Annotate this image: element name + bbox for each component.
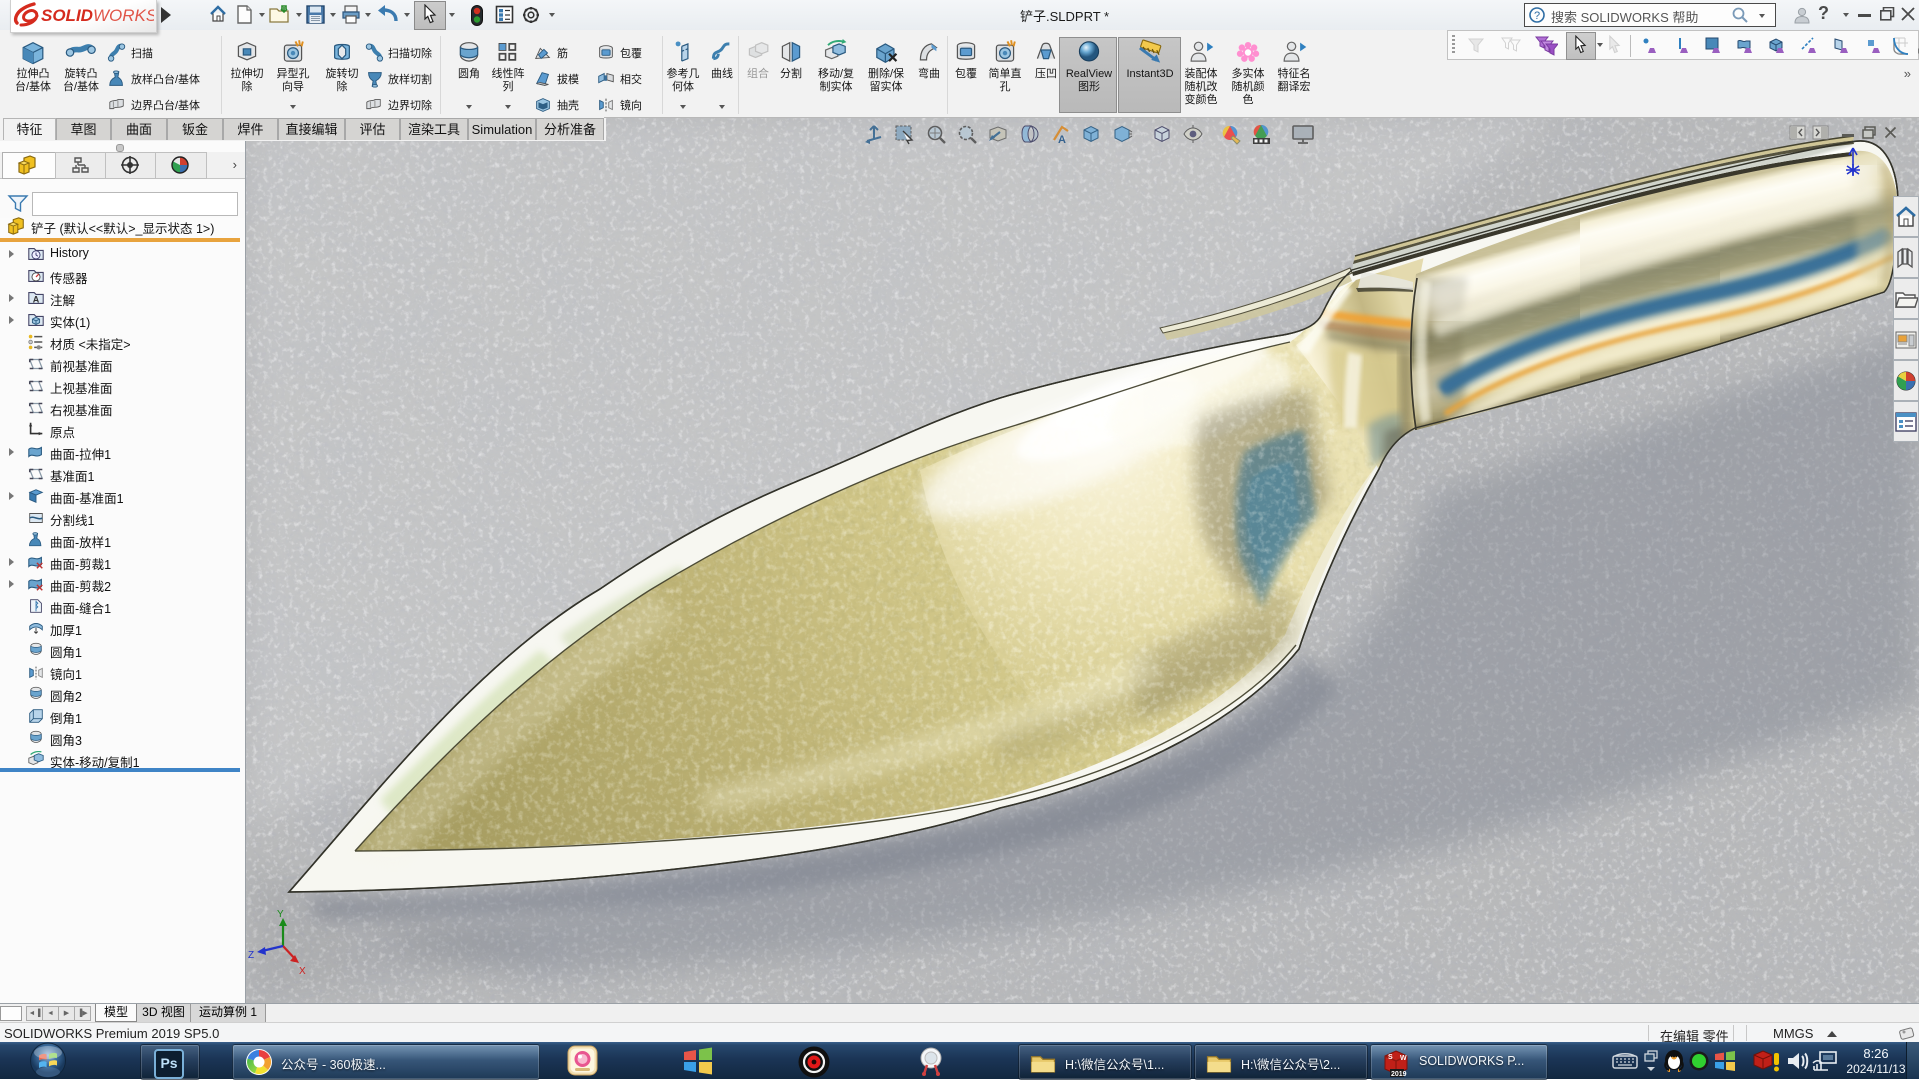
svg-text:?: ? <box>1534 10 1540 22</box>
svg-text:SOLID: SOLID <box>41 6 93 25</box>
svg-text:Y: Y <box>277 909 284 920</box>
svg-text:A: A <box>1058 134 1066 146</box>
svg-text:2019: 2019 <box>1391 1071 1407 1078</box>
svg-text:S: S <box>1388 1054 1393 1061</box>
svg-text:Z: Z <box>248 950 254 961</box>
svg-text:A: A <box>33 295 40 305</box>
svg-text:X: X <box>299 966 306 977</box>
svg-text:WORKS: WORKS <box>93 6 154 25</box>
svg-text:W: W <box>1400 1055 1407 1062</box>
